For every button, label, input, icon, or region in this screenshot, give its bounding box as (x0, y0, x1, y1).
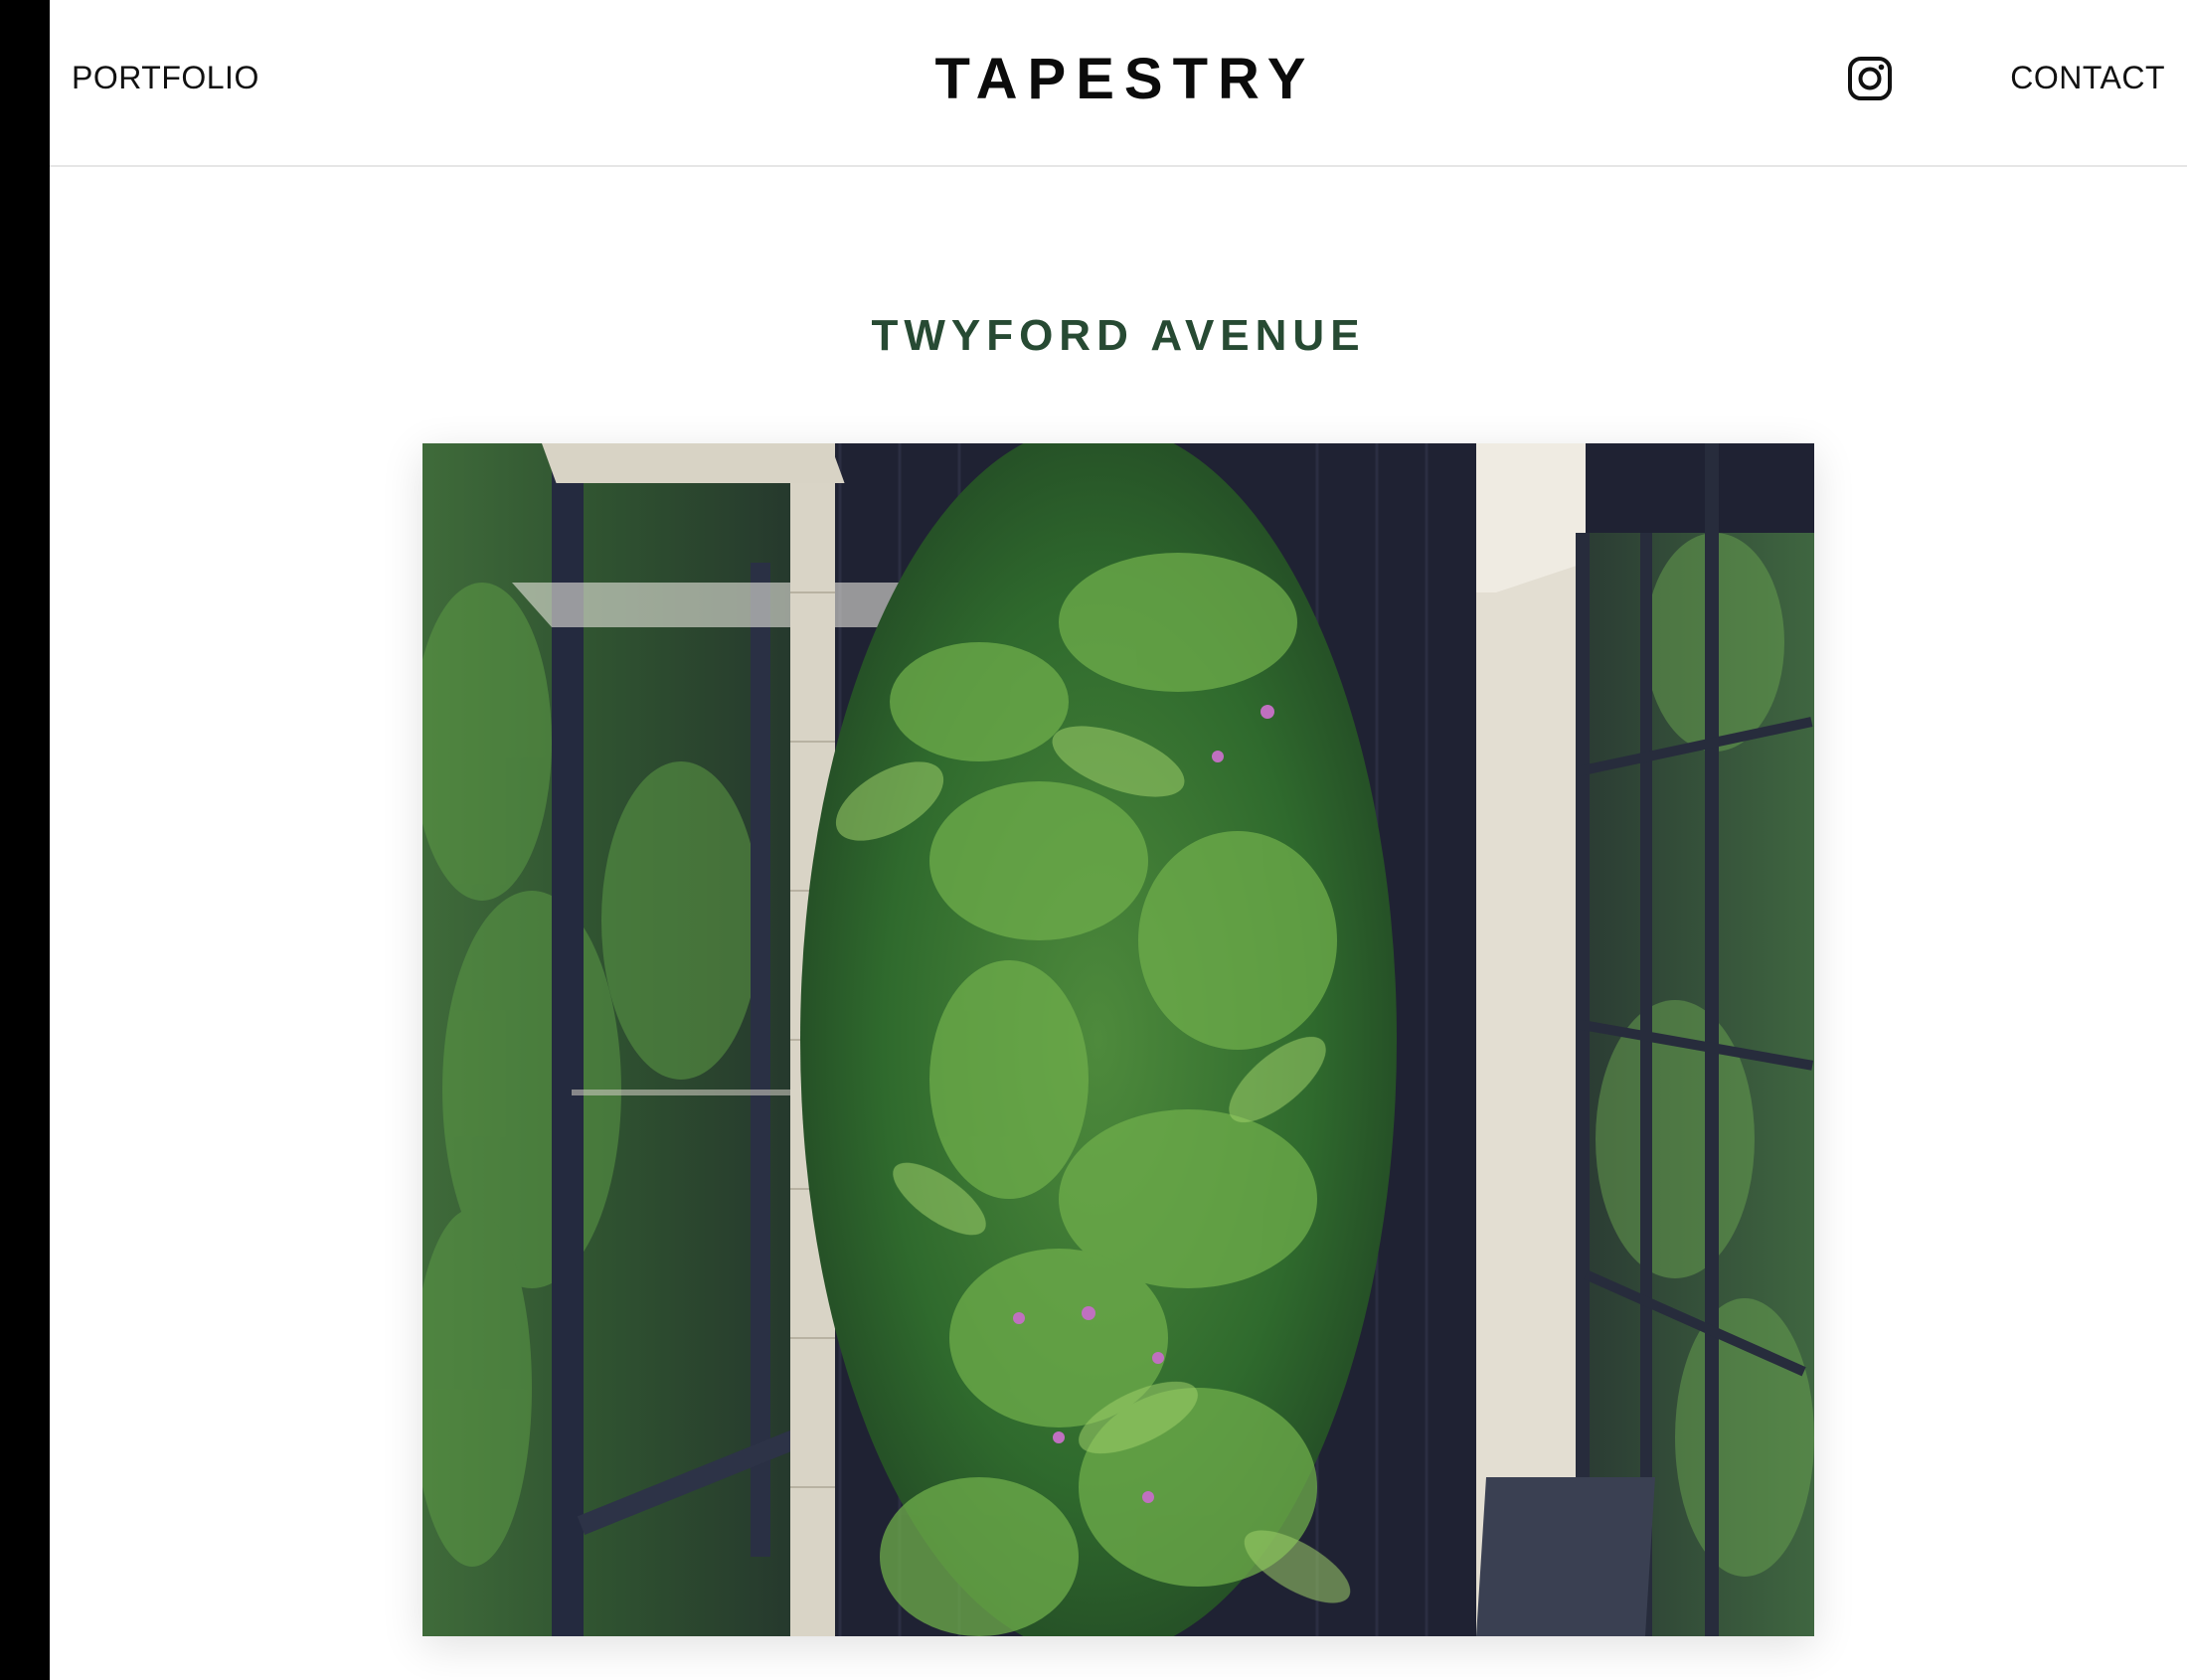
brand-logo-text[interactable]: TAPESTRY (935, 47, 1316, 111)
living-wall-photo[interactable] (422, 443, 1814, 1636)
project-title: TWYFORD AVENUE (871, 311, 1366, 360)
page: PORTFOLIO TAPESTRY CONTACT TWYFORD AVENU… (50, 0, 2187, 1680)
site-header: PORTFOLIO TAPESTRY CONTACT (50, 0, 2187, 167)
nav-contact-link[interactable]: CONTACT (2010, 58, 2165, 97)
instagram-icon[interactable] (1847, 56, 1893, 101)
